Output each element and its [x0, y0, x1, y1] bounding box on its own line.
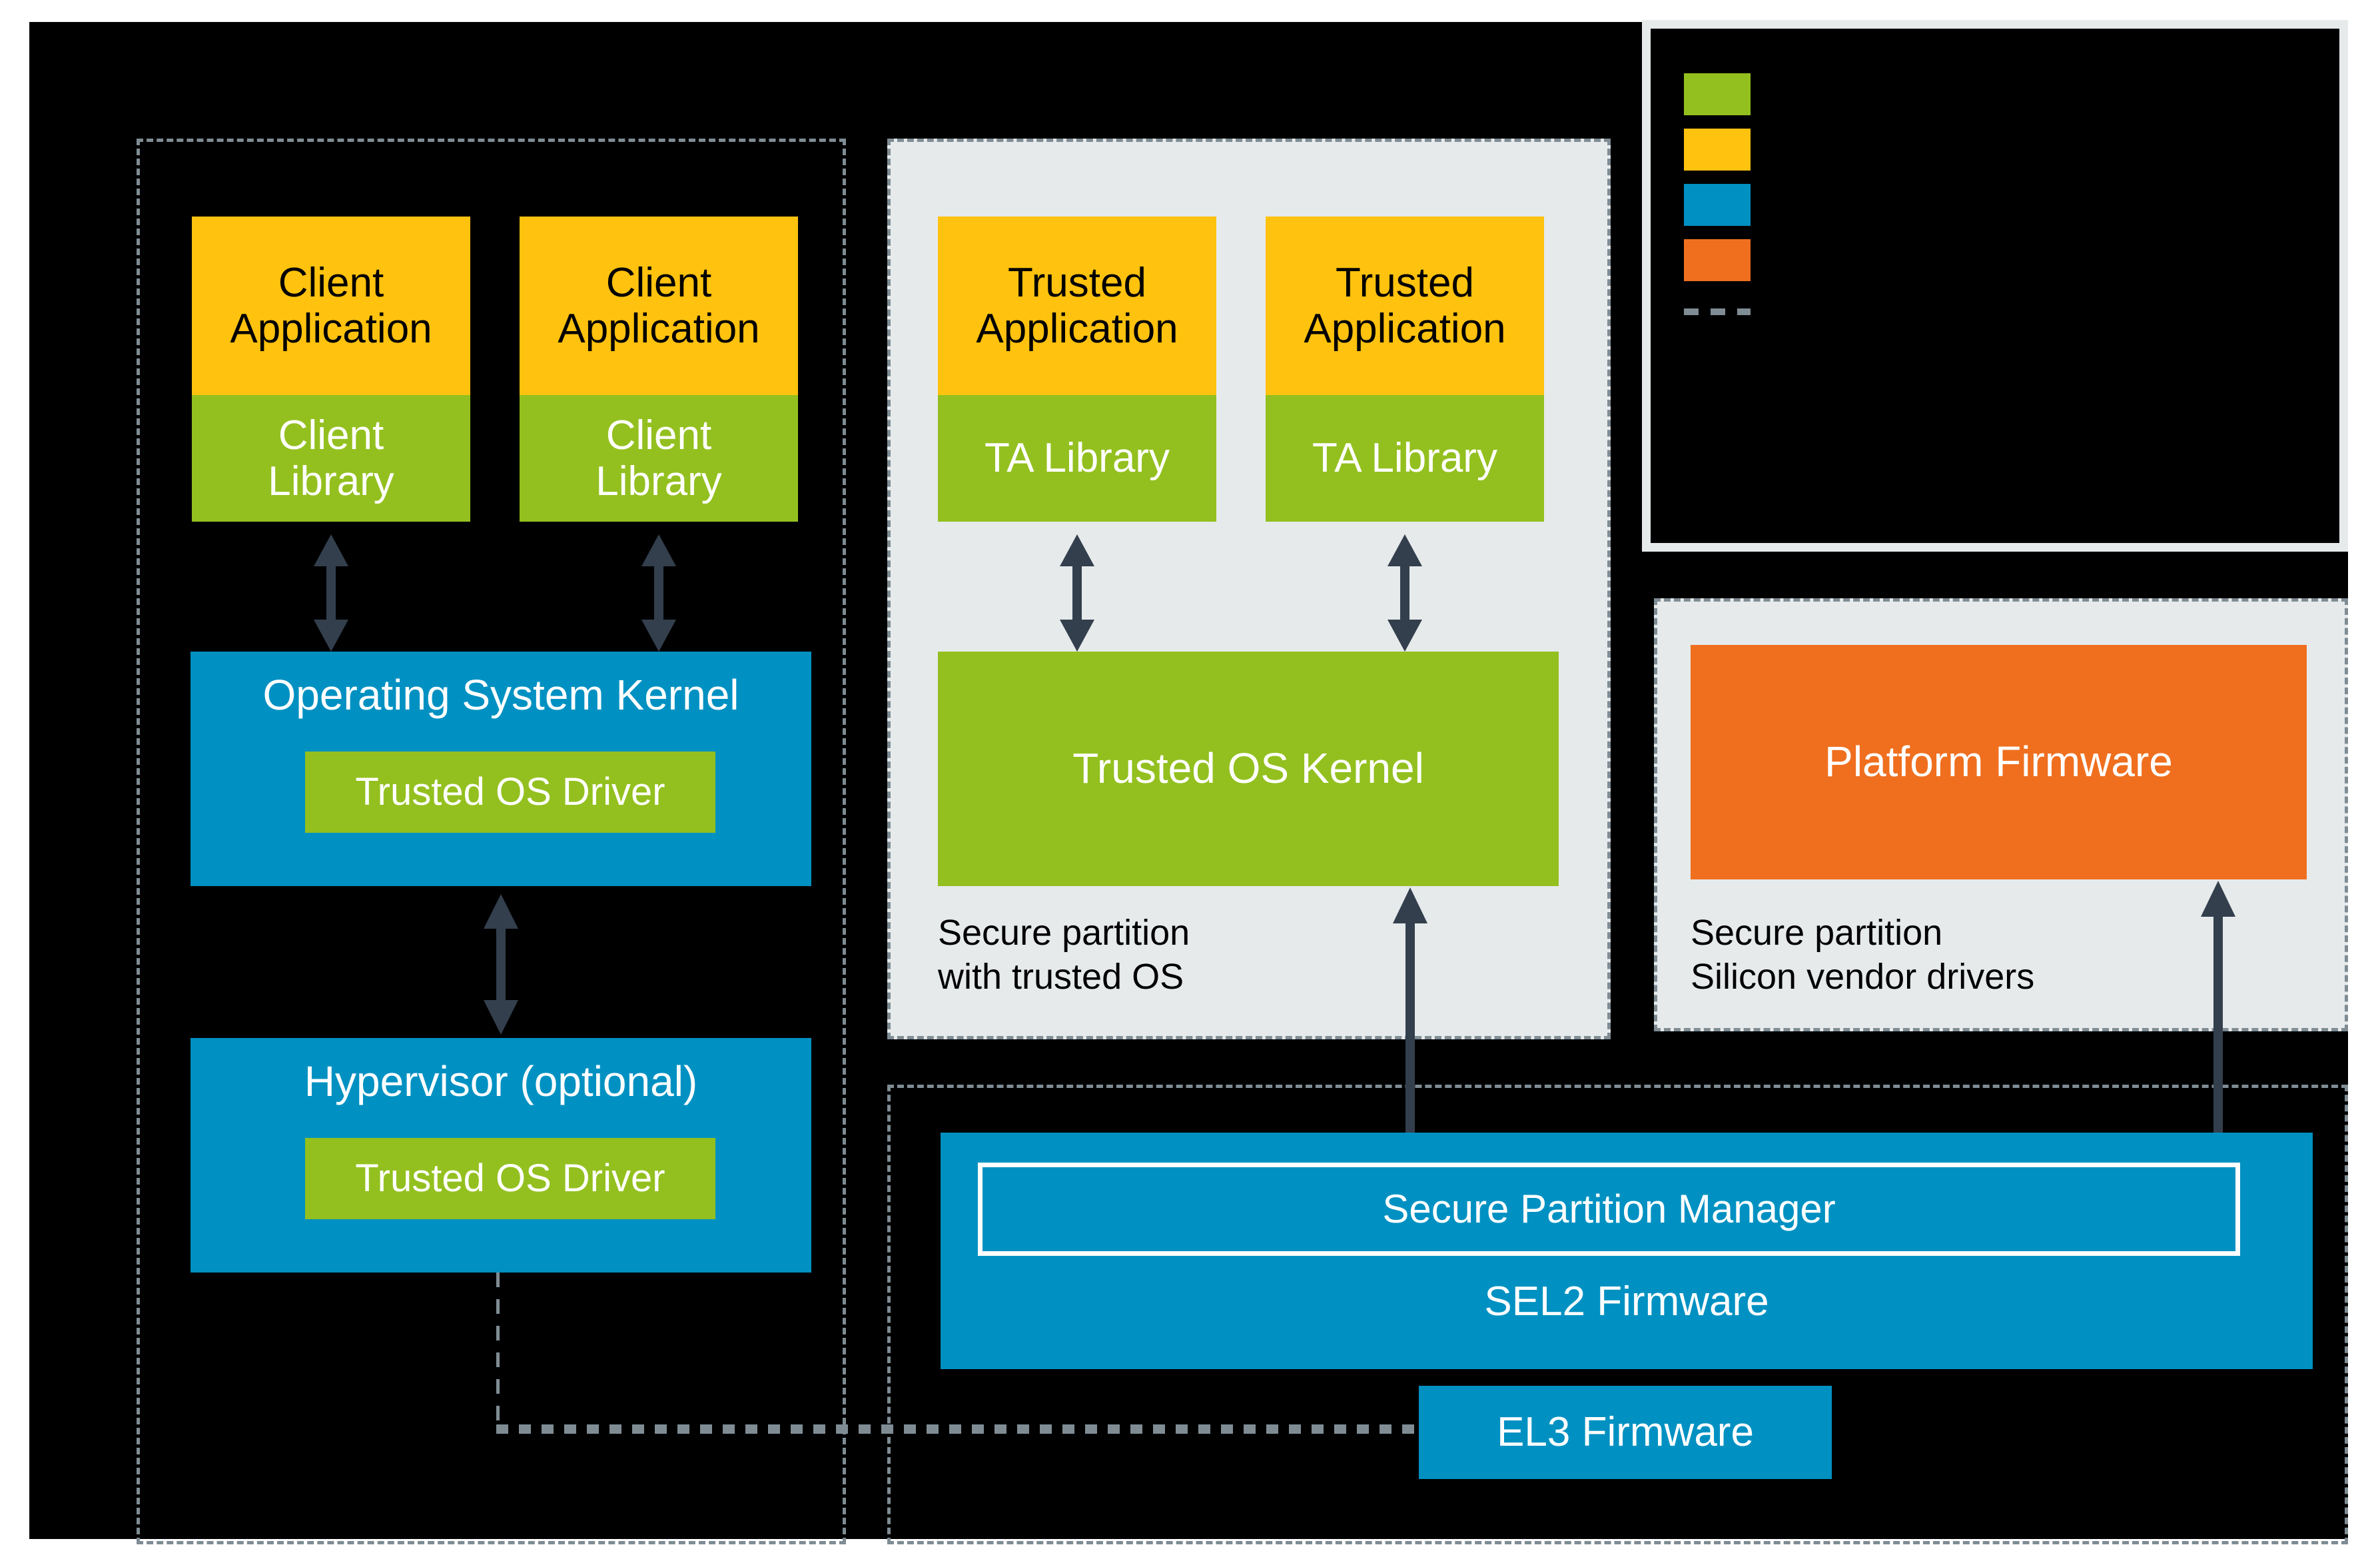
dotted-connector-to-el3-firmware	[496, 1424, 1425, 1434]
trusted-application-1-label: Trusted Application	[976, 259, 1178, 352]
secure-partition-manager[interactable]: Secure Partition Manager	[978, 1163, 2240, 1256]
client-application-1[interactable]: Client Application	[192, 217, 470, 395]
trusted-os-partition-caption: Secure partition with trusted OS	[938, 913, 1190, 997]
arrow-client-library-1-to-kernel	[314, 534, 348, 652]
legend-swatch-blue	[1684, 184, 1751, 226]
trusted-os-kernel-label: Trusted OS Kernel	[1072, 744, 1424, 793]
client-application-1-label: Client Application	[230, 259, 432, 352]
ta-library-1-label: TA Library	[985, 435, 1170, 482]
arrow-spm-to-platform-firmware	[2201, 881, 2235, 1146]
legend-swatch-orange	[1684, 239, 1751, 281]
trusted-os-kernel[interactable]: Trusted OS Kernel	[938, 652, 1559, 886]
operating-system-kernel-label: Operating System Kernel	[262, 671, 739, 719]
arrow-ta-library-2-to-trusted-os-kernel	[1388, 534, 1422, 652]
platform-firmware[interactable]: Platform Firmware	[1691, 645, 2307, 879]
platform-firmware-label: Platform Firmware	[1824, 738, 2173, 786]
client-library-2-label: Client Library	[595, 412, 722, 504]
ta-library-2-label: TA Library	[1312, 435, 1497, 482]
arrow-client-library-2-to-kernel	[641, 534, 676, 652]
client-application-2-label: Client Application	[558, 259, 760, 352]
secure-partition-manager-label: Secure Partition Manager	[1382, 1187, 1836, 1232]
trusted-application-1[interactable]: Trusted Application	[938, 217, 1216, 395]
legend-swatch-green	[1684, 73, 1751, 115]
legend-swatch-yellow	[1684, 129, 1751, 171]
operating-system-kernel[interactable]: Operating System Kernel Trusted OS Drive…	[191, 652, 811, 886]
sel2-firmware-block[interactable]: Secure Partition Manager SEL2 Firmware	[941, 1133, 2313, 1369]
client-library-1-label: Client Library	[268, 412, 394, 504]
client-library-2[interactable]: Client Library	[520, 395, 798, 522]
hypervisor-label: Hypervisor (optional)	[304, 1057, 698, 1105]
legend-panel	[1642, 20, 2348, 552]
ta-library-2[interactable]: TA Library	[1266, 395, 1544, 522]
client-application-2[interactable]: Client Application	[520, 217, 798, 395]
arrow-spm-to-trusted-os-kernel	[1393, 887, 1427, 1149]
client-library-1[interactable]: Client Library	[192, 395, 470, 522]
hypervisor-to-el3-vertical-dash	[496, 1273, 500, 1432]
trusted-application-2-label: Trusted Application	[1304, 259, 1506, 352]
sel2-firmware-label: SEL2 Firmware	[1484, 1279, 1769, 1324]
trusted-os-driver-hypervisor-label: Trusted OS Driver	[355, 1156, 665, 1200]
diagram-root: Client Application Client Library Client…	[0, 0, 2380, 1561]
trusted-os-driver-kernel[interactable]: Trusted OS Driver	[305, 752, 715, 833]
arrow-ta-library-1-to-trusted-os-kernel	[1060, 534, 1094, 652]
legend-inner	[1651, 29, 2339, 543]
legend-dashed-line-sample	[1684, 308, 1751, 315]
trusted-os-driver-kernel-label: Trusted OS Driver	[355, 770, 665, 813]
trusted-application-2[interactable]: Trusted Application	[1266, 217, 1544, 395]
el3-firmware[interactable]: EL3 Firmware	[1419, 1386, 1832, 1479]
el3-firmware-label: EL3 Firmware	[1497, 1409, 1754, 1456]
arrow-kernel-to-hypervisor	[484, 894, 518, 1035]
trusted-os-driver-hypervisor[interactable]: Trusted OS Driver	[305, 1138, 715, 1219]
hypervisor[interactable]: Hypervisor (optional) Trusted OS Driver	[191, 1038, 811, 1273]
ta-library-1[interactable]: TA Library	[938, 395, 1216, 522]
